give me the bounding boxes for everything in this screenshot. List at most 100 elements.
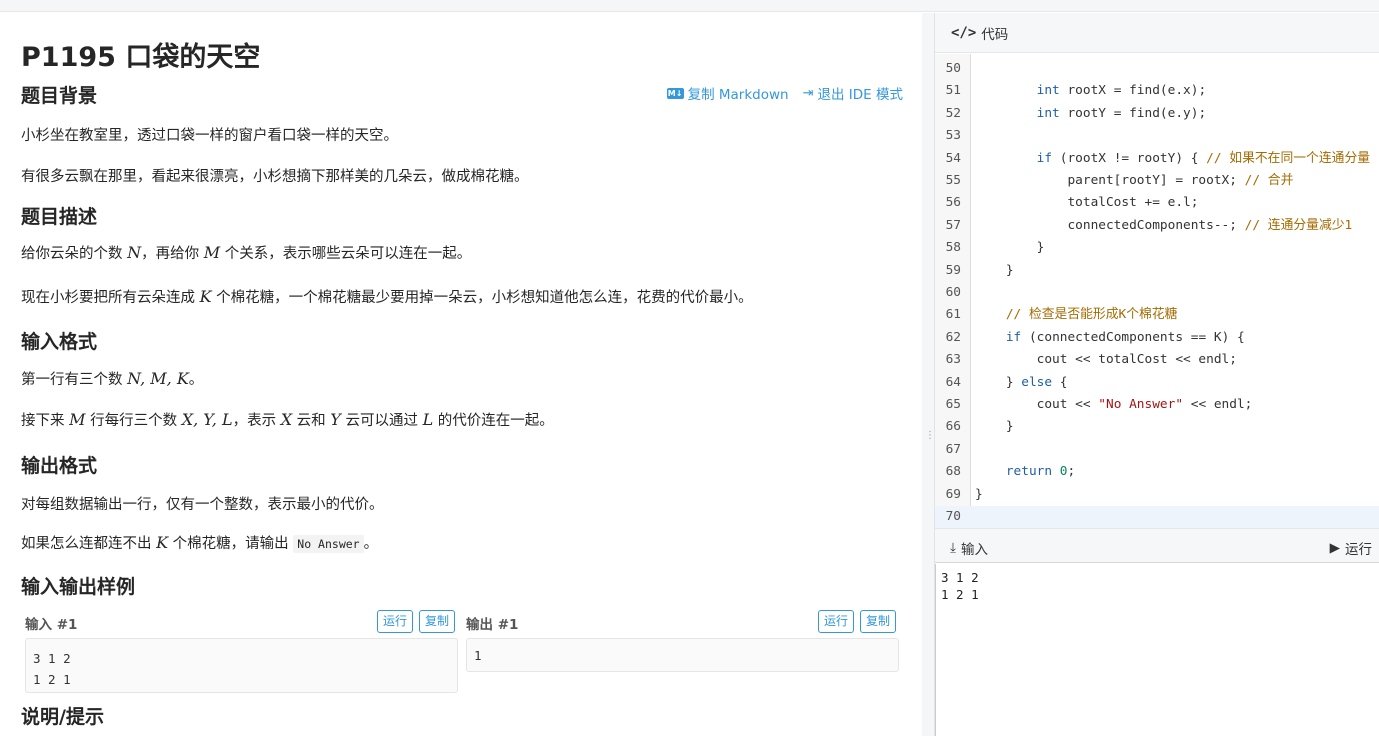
math-K: K <box>156 533 169 552</box>
output-format-heading: 输出格式 <box>21 455 98 477</box>
line-number: 65 <box>945 397 961 412</box>
exit-ide-label: 退出 IDE 模式 <box>817 87 904 103</box>
top-strip <box>0 0 1379 12</box>
text-run: 。 <box>363 536 379 552</box>
code-text: return 0; <box>1005 464 1076 480</box>
output-format-paragraph-1: 对每组数据输出一行，仅有一个整数，表示最小的代价。 <box>21 497 384 513</box>
code-line[interactable]: 63 cout << totalCost << endl; <box>935 349 1379 371</box>
io-header: ⤓ 输入 ▶ 运行 <box>935 528 1379 563</box>
run-button[interactable]: ▶ 运行 <box>1330 538 1372 558</box>
math-Y: Y <box>330 410 341 429</box>
sample-input-run-button[interactable]: 运行 <box>377 610 414 633</box>
line-number: 53 <box>945 128 961 144</box>
code-text: parent[rootY] = rootX; // 合并 <box>975 173 1294 188</box>
text-run: 云可以通过 <box>340 413 423 429</box>
code-line[interactable]: 57 connectedComponents--; // 连通分量减少1 <box>935 215 1379 237</box>
code-text: if (connectedComponents == K) { <box>1005 329 1245 345</box>
line-number: 57 <box>945 217 961 233</box>
line-number: 66 <box>945 419 961 435</box>
problem-panel: P1195 口袋的天空 M↓ 复制 Markdown ⇥ 退出 IDE 模式 题… <box>0 13 922 736</box>
code-line[interactable]: 58 } <box>935 237 1379 259</box>
sample-output-run-button[interactable]: 运行 <box>818 610 855 633</box>
samples-heading: 输入输出样例 <box>21 576 136 598</box>
code-text: totalCost += e.l; <box>975 195 1199 211</box>
line-number: 67 <box>945 441 961 457</box>
math-M: M <box>203 243 221 262</box>
text-run: 云和 <box>292 413 331 429</box>
code-line[interactable]: 50 <box>935 58 1379 80</box>
download-icon: ⤓ <box>950 540 956 556</box>
sample-output-box: 1 <box>466 638 899 672</box>
code-line[interactable]: 60 <box>935 282 1379 304</box>
sample-input-copy-button[interactable]: 复制 <box>419 610 456 633</box>
code-line[interactable]: 67 <box>935 439 1379 461</box>
code-line[interactable]: 55 parent[rootY] = rootX; // 合并 <box>935 170 1379 192</box>
math-K: K <box>199 287 212 306</box>
math-L: L <box>422 410 434 429</box>
code-line[interactable]: 52 int rootY = find(e.y); <box>935 103 1379 125</box>
hint-heading: 说明/提示 <box>21 706 104 728</box>
code-line[interactable]: 59 } <box>935 260 1379 282</box>
text-run: 个棉花糖，请输出 <box>168 536 294 552</box>
code-line[interactable]: 68 return 0; <box>935 461 1379 483</box>
exit-ide-button[interactable]: ⇥ 退出 IDE 模式 <box>802 83 904 104</box>
text-run: ，再给你 <box>141 246 204 262</box>
line-number: 51 <box>945 83 961 99</box>
copy-markdown-button[interactable]: M↓ 复制 Markdown <box>666 83 789 103</box>
code-text: cout << "No Answer" << endl; <box>975 397 1253 412</box>
code-line[interactable]: 66 } <box>935 416 1379 438</box>
code-editor[interactable]: 50 51 int rootX = find(e.x); 52 int rootY … <box>935 54 1379 528</box>
math-M: M <box>69 410 86 429</box>
line-number: 70 <box>945 509 961 524</box>
code-line[interactable]: 56 totalCost += e.l; <box>935 192 1379 214</box>
line-number: 62 <box>945 329 961 345</box>
background-paragraph-2: 有很多云飘在那里，看起来很漂亮，小杉想摘下那样美的几朵云，做成棉花糖。 <box>21 169 529 185</box>
input-tab-label: 输入 <box>960 542 988 558</box>
description-heading: 题目描述 <box>21 206 98 228</box>
input-tab[interactable]: ⤓ 输入 <box>950 538 988 558</box>
description-paragraph-1: 给你云朵的个数 N，再给你 M 个关系，表示哪些云朵可以连在一起。 <box>21 242 471 263</box>
input-textarea[interactable]: 3 1 2 1 2 1 <box>935 564 1379 736</box>
line-number: 68 <box>945 464 961 480</box>
code-text: } <box>975 419 1014 435</box>
code-text: if (rootX != rootY) { // 如果不在同一个连通分量 <box>1036 150 1371 166</box>
math-NMK: N, M, K <box>127 369 189 388</box>
code-line[interactable]: 53 <box>935 125 1379 147</box>
line-number: 64 <box>945 374 961 390</box>
code-line[interactable]: 69} <box>935 484 1379 506</box>
code-line[interactable]: 62 if (connectedComponents == K) { <box>935 327 1379 349</box>
background-heading: 题目背景 <box>21 85 98 107</box>
line-number: 58 <box>945 240 961 256</box>
play-icon: ▶ <box>1329 540 1340 556</box>
panel-resize-handle[interactable]: ⋮ <box>922 13 935 736</box>
input-format-heading: 输入格式 <box>21 331 98 353</box>
line-number: 54 <box>945 150 961 166</box>
code-line[interactable]: 54 if (rootX != rootY) { // 如果不在同一个连通分量 <box>935 148 1379 170</box>
line-number: 55 <box>945 173 961 188</box>
code-line[interactable]: 51 int rootX = find(e.x); <box>935 80 1379 102</box>
description-paragraph-2: 现在小杉要把所有云朵连成 K 个棉花糖，一个棉花糖最少要用掉一朵云，小杉想知道他… <box>21 286 753 307</box>
code-line[interactable]: 70 <box>935 506 1379 528</box>
text-run: 给你云朵的个数 <box>21 246 128 262</box>
line-number: 56 <box>945 195 961 211</box>
line-number: 61 <box>945 307 961 323</box>
code-text: } <box>975 240 1045 256</box>
exit-icon: ⇥ <box>802 85 814 101</box>
sample-output-copy-button[interactable]: 复制 <box>860 610 897 633</box>
markdown-icon: M↓ <box>666 87 684 99</box>
problem-title: P1195 口袋的天空 <box>21 42 261 73</box>
code-line[interactable]: 65 cout << "No Answer" << endl; <box>935 394 1379 416</box>
input-format-paragraph-2: 接下来 M 行每行三个数 X, Y, L，表示 X 云和 Y 云可以通过 L 的… <box>21 409 554 430</box>
code-text: int rootX = find(e.x); <box>1036 83 1207 99</box>
code-icon: </> <box>951 24 977 41</box>
code-line[interactable]: 64 } else { <box>935 372 1379 394</box>
line-number: 69 <box>945 486 961 502</box>
line-number: 60 <box>945 285 961 300</box>
ide-panel: </> 代码 50 51 int rootX = find(e.x); 52 int… <box>934 13 1379 736</box>
ide-header-label: 代码 <box>981 26 1009 43</box>
math-N: N <box>127 243 142 262</box>
code-text: } <box>975 486 983 502</box>
math-X: X <box>280 410 293 429</box>
code-text: connectedComponents--; // 连通分量减少1 <box>975 217 1353 233</box>
code-line[interactable]: 61 // 检查是否能形成K个棉花糖 <box>935 304 1379 326</box>
